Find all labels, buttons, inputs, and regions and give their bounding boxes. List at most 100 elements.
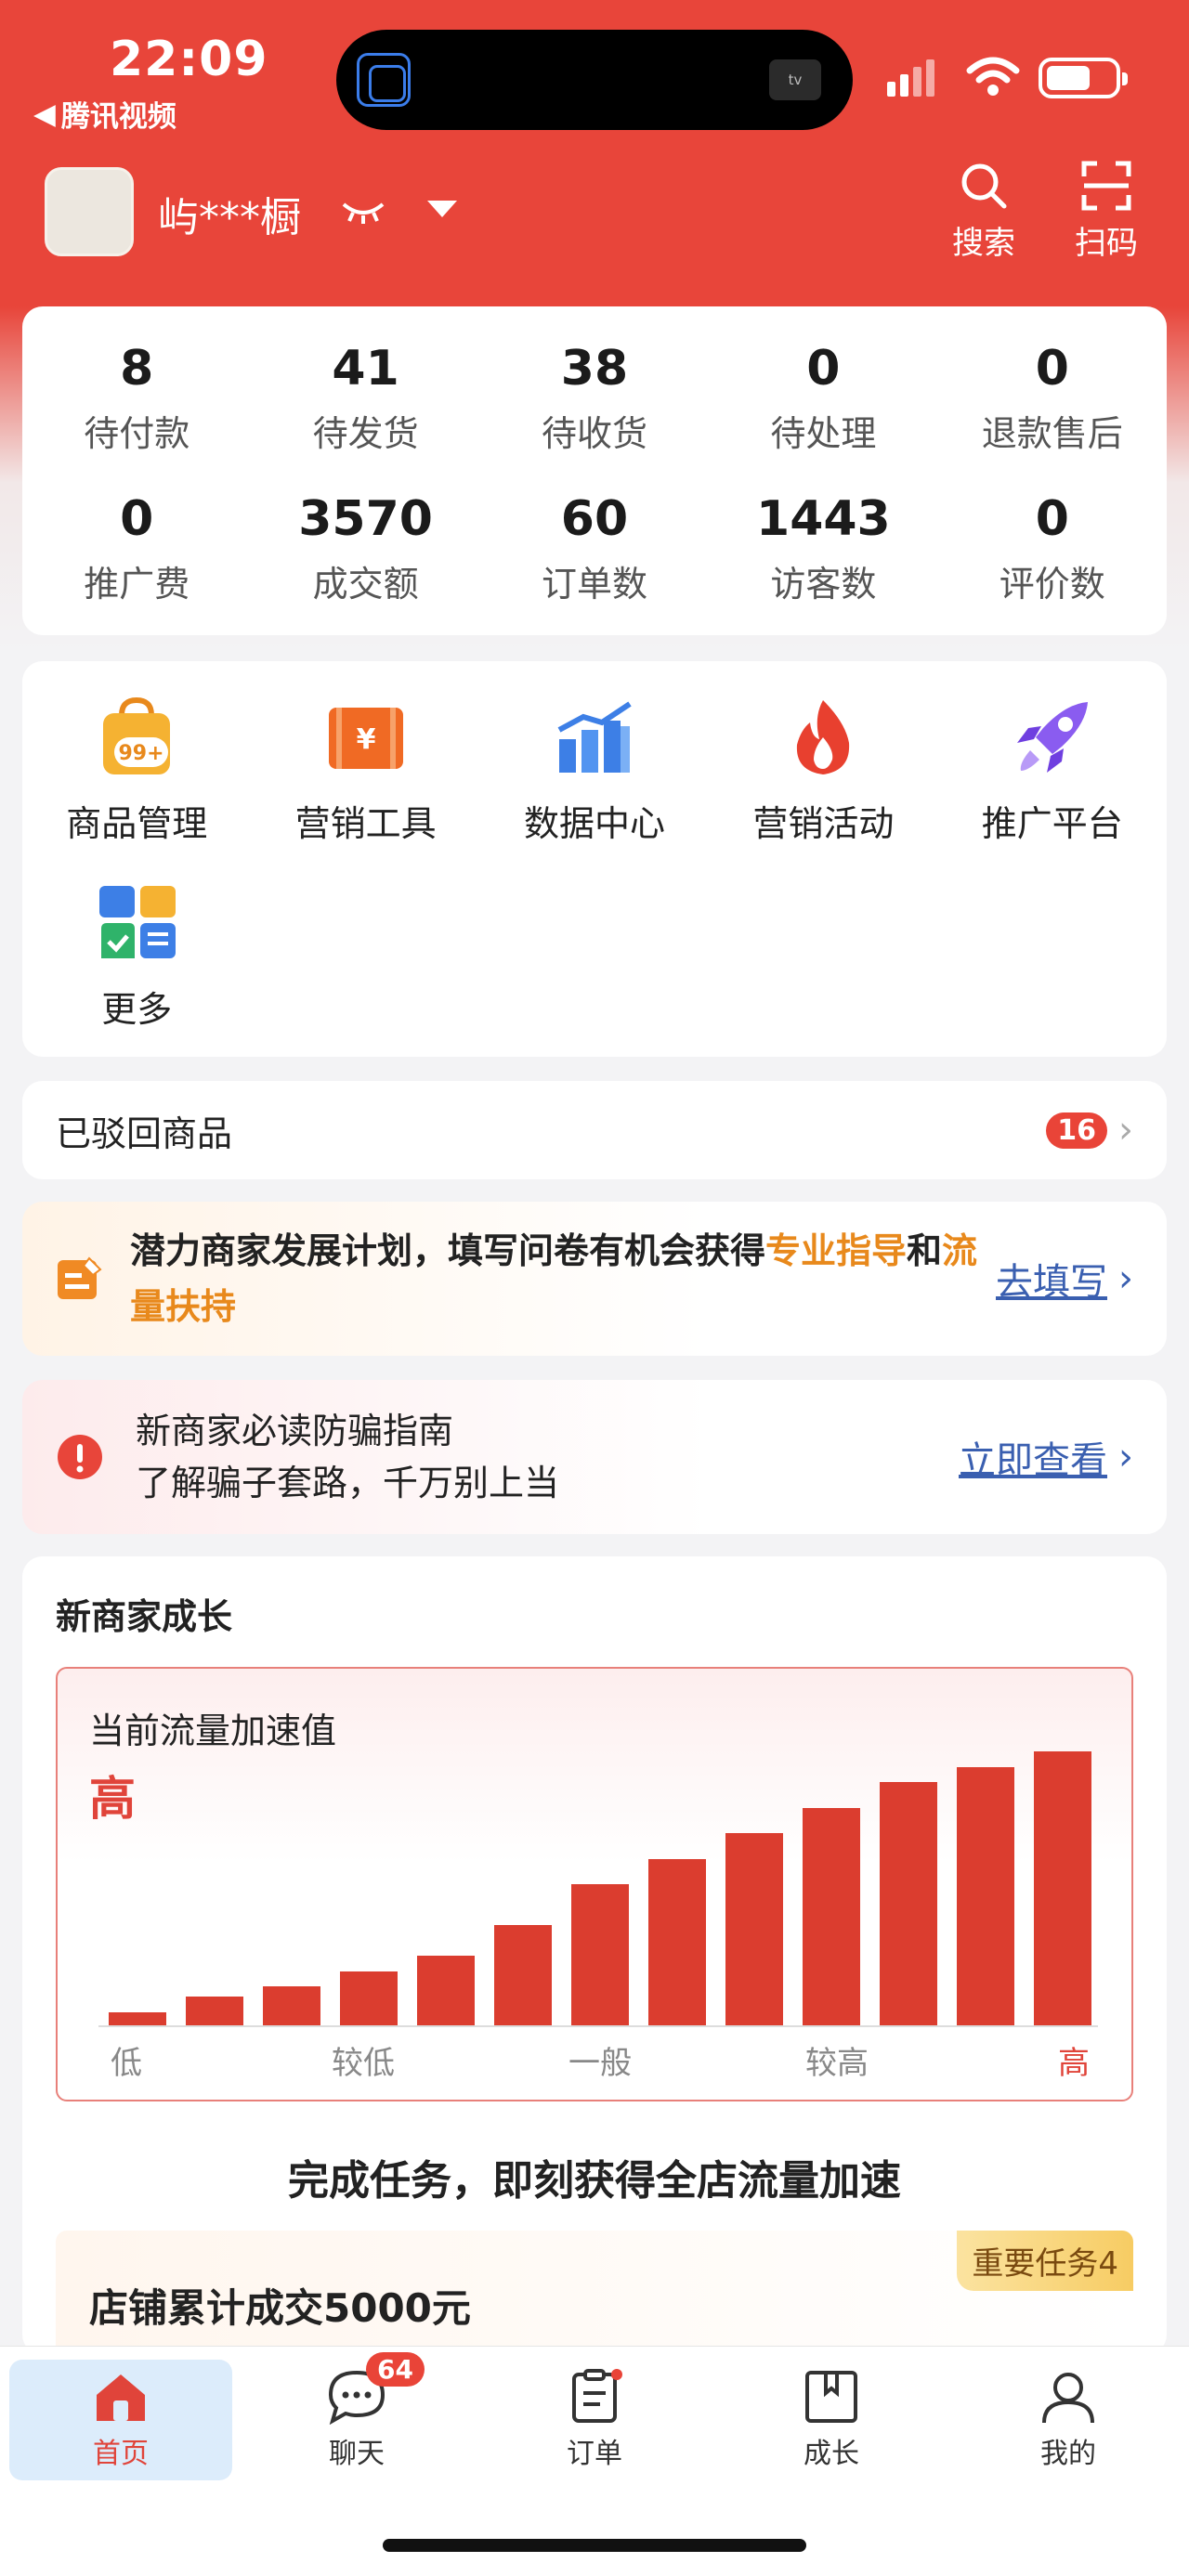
wifi-icon xyxy=(966,57,1020,96)
svg-text:¥: ¥ xyxy=(356,723,375,756)
nav-home[interactable]: 首页 xyxy=(9,2360,232,2480)
tool-label: 营销活动 xyxy=(752,803,895,844)
stat-value: 0 xyxy=(1035,491,1069,547)
screen-mirror-icon xyxy=(357,53,411,107)
chevron-right-icon: › xyxy=(1118,1109,1133,1151)
tool-label: 更多 xyxy=(101,989,173,1030)
battery-icon xyxy=(1039,58,1128,98)
stat-item[interactable]: 38 待收货 xyxy=(480,338,709,488)
survey-icon xyxy=(58,1256,102,1299)
fill-survey-link[interactable]: 去填写 xyxy=(996,1252,1107,1306)
tool-label: 营销工具 xyxy=(294,803,437,844)
merchant-plan-banner[interactable]: 潜力商家发展计划，填写问卷有机会获得专业指导和流量扶持 去填写 › xyxy=(22,1202,1167,1356)
book-icon xyxy=(805,2371,857,2423)
stat-item[interactable]: 0 退款售后 xyxy=(938,338,1167,488)
tool-data-center[interactable]: 数据中心 xyxy=(480,695,709,880)
x-tick-label: 较低 xyxy=(332,2045,395,2082)
nav-growth-label: 成长 xyxy=(804,2438,859,2470)
nav-orders[interactable]: 订单 xyxy=(483,2360,706,2480)
traffic-acceleration-chart: 当前流量加速值 高 低较低 一般 较高高 xyxy=(56,1667,1133,2101)
chart-bar xyxy=(416,1956,475,2027)
stat-item[interactable]: 8 待付款 xyxy=(22,338,251,488)
task-badge: 重要任务4 xyxy=(957,2231,1133,2291)
x-tick-label: 低 xyxy=(111,2045,142,2082)
status-time: 22:09 xyxy=(110,32,268,87)
stat-value: 1443 xyxy=(756,491,891,547)
back-to-app-link[interactable]: ◀ 腾讯视频 xyxy=(33,93,176,135)
nav-growth[interactable]: 成长 xyxy=(720,2360,943,2480)
search-icon xyxy=(961,163,1007,209)
growth-section-title: 新商家成长 xyxy=(56,1596,233,1637)
home-icon xyxy=(97,2374,145,2421)
stat-item[interactable]: 0 待处理 xyxy=(709,338,937,488)
eye-closed-icon[interactable] xyxy=(340,197,386,225)
coupon-icon: ¥ xyxy=(323,695,409,780)
tool-marketing-activity[interactable]: 营销活动 xyxy=(709,695,937,880)
tool-label: 推广平台 xyxy=(981,803,1123,844)
nav-mine[interactable]: 我的 xyxy=(957,2360,1180,2480)
nav-orders-label: 订单 xyxy=(567,2438,622,2470)
user-profile-icon xyxy=(1042,2373,1094,2424)
stat-label: 退款售后 xyxy=(981,413,1123,454)
chart-bar xyxy=(725,1833,784,2027)
chart-bar xyxy=(1034,1751,1092,2027)
nav-chat-label: 聊天 xyxy=(329,2438,385,2470)
chat-unread-badge: 64 xyxy=(366,2352,425,2387)
tool-promotion-platform[interactable]: 推广平台 xyxy=(938,695,1167,880)
order-list-icon xyxy=(572,2369,622,2423)
stat-value: 8 xyxy=(120,341,154,397)
stat-item[interactable]: 41 待发货 xyxy=(251,338,479,488)
stat-item[interactable]: 0 评价数 xyxy=(938,488,1167,639)
fraud-guide-banner[interactable]: 新商家必读防骗指南 了解骗子套路，千万别上当 立即查看 › xyxy=(22,1380,1167,1534)
stat-item[interactable]: 1443 访客数 xyxy=(709,488,937,639)
nav-chat[interactable]: 聊天 64 xyxy=(245,2352,468,2480)
stat-item[interactable]: 60 订单数 xyxy=(480,488,709,639)
x-axis xyxy=(98,2025,1098,2027)
stat-label: 待收货 xyxy=(541,413,647,454)
nav-mine-label: 我的 xyxy=(1040,2438,1096,2470)
scan-button[interactable]: 扫码 xyxy=(1065,160,1148,263)
back-app-label: 腾讯视频 xyxy=(60,100,176,134)
tool-more[interactable]: 更多 xyxy=(22,880,251,1066)
chart-bar xyxy=(493,1925,552,2027)
stat-value: 0 xyxy=(1035,341,1069,397)
stat-label: 待发货 xyxy=(312,413,419,454)
view-now-link[interactable]: 立即查看 xyxy=(959,1430,1107,1484)
fraud-guide-subtitle: 了解骗子套路，千万别上当 xyxy=(136,1463,560,1503)
rejected-products-row[interactable]: 已驳回商品 16 › xyxy=(22,1081,1167,1179)
tools-card: 99+ 商品管理 ¥ 营销工具 数据中心 营销活动 推广平台 更多 xyxy=(22,661,1167,1057)
bar-series xyxy=(98,1721,1102,2027)
task-title: 店铺累计成交5000元 xyxy=(89,2285,471,2331)
scan-label: 扫码 xyxy=(1075,225,1138,262)
stat-value: 60 xyxy=(560,491,629,547)
avatar[interactable] xyxy=(45,167,134,256)
x-tick-label: 较高 xyxy=(805,2045,869,2082)
search-button[interactable]: 搜索 xyxy=(942,160,1026,263)
warning-icon xyxy=(58,1435,102,1479)
chevron-down-icon[interactable] xyxy=(427,201,457,217)
chart-bar xyxy=(339,1971,398,2027)
username[interactable]: 屿***橱 xyxy=(158,184,301,243)
tool-label: 数据中心 xyxy=(523,803,665,844)
rejected-count-badge: 16 xyxy=(1046,1112,1107,1149)
stat-item[interactable]: 3570 成交额 xyxy=(251,488,479,639)
task-card[interactable]: 店铺累计成交5000元 重要任务4 xyxy=(56,2231,1133,2351)
chart-bar xyxy=(262,1986,320,2027)
stats-card: 8 待付款 41 待发货 38 待收货 0 待处理 0 退款售后 0 推广费 3570 成交额 60 订单数 1… xyxy=(22,306,1167,635)
stat-value: 38 xyxy=(560,341,629,397)
stat-item[interactable]: 0 推广费 xyxy=(22,488,251,639)
apple-tv-icon: tv xyxy=(769,59,821,100)
dynamic-island: tv xyxy=(336,30,853,130)
stat-label: 推广费 xyxy=(84,564,190,605)
shopping-bag-icon: 99+ xyxy=(94,695,179,780)
bar-chart-icon xyxy=(552,695,637,780)
more-apps-icon xyxy=(94,880,179,966)
fraud-guide-text: 新商家必读防骗指南 了解骗子套路，千万别上当 xyxy=(136,1405,959,1509)
stat-value: 0 xyxy=(120,491,154,547)
tool-marketing-tools[interactable]: ¥ 营销工具 xyxy=(251,695,479,880)
stat-label: 订单数 xyxy=(541,564,647,605)
svg-text:99+: 99+ xyxy=(119,742,164,765)
tool-product-management[interactable]: 99+ 商品管理 xyxy=(22,695,251,880)
x-tick-label: 一般 xyxy=(568,2045,632,2082)
chevron-right-icon: › xyxy=(1118,1257,1133,1300)
